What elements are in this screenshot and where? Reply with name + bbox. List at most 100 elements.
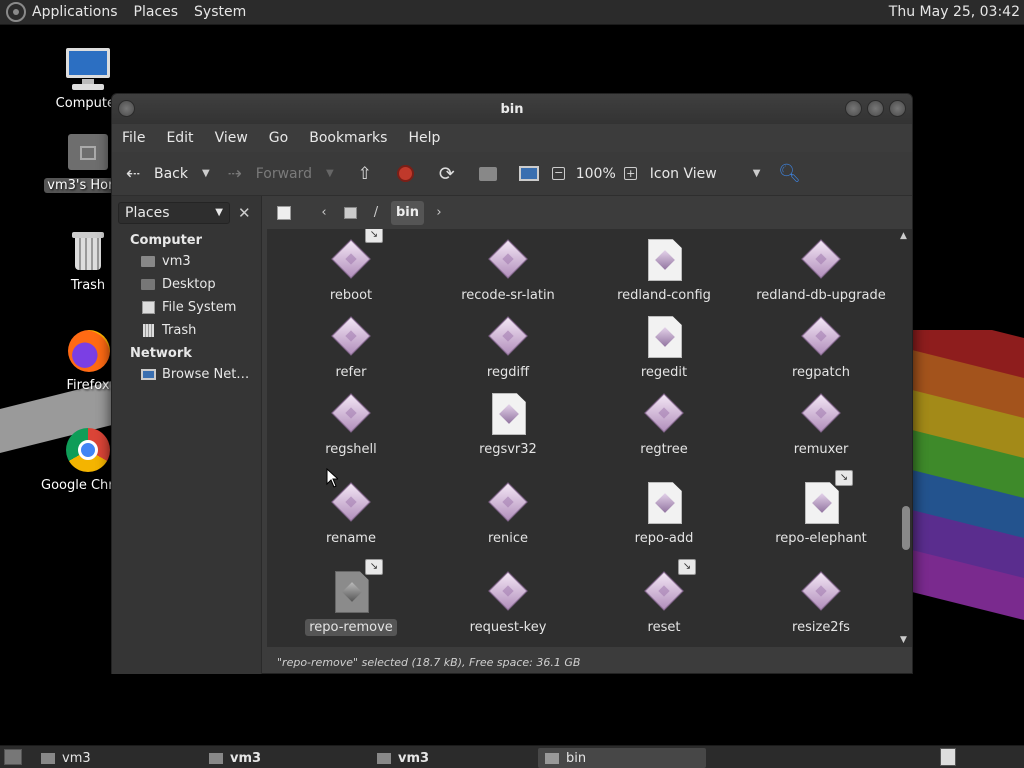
file-item[interactable]: refer: [273, 316, 429, 381]
menu-places[interactable]: Places: [134, 4, 179, 20]
back-button[interactable]: ⇠ Back: [122, 163, 188, 185]
menu-applications[interactable]: Applications: [32, 4, 118, 20]
file-item[interactable]: regshell: [273, 393, 429, 458]
forward-button[interactable]: ⇢ Forward: [224, 163, 312, 185]
view-mode-select[interactable]: Icon View: [650, 166, 717, 182]
edit-location-button[interactable]: [273, 201, 295, 225]
icon-view[interactable]: ↘ reboot recode-sr-latin redland-config redl…: [267, 229, 899, 647]
file-name: repo-elephant: [775, 531, 867, 546]
file-item[interactable]: ↘ repo-elephant: [743, 470, 899, 547]
menu-file[interactable]: File: [122, 130, 145, 146]
menu-system[interactable]: System: [194, 4, 246, 20]
forward-arrow-icon: ⇢: [227, 163, 242, 184]
sidebar-header: Places ▼ ✕: [112, 196, 261, 229]
stop-icon[interactable]: [395, 163, 417, 185]
sidebar-item-vm3[interactable]: vm3: [112, 250, 261, 273]
file-item[interactable]: resize2fs: [743, 571, 899, 636]
view-mode-dropdown[interactable]: ▼: [753, 168, 761, 179]
minimize-button[interactable]: [845, 100, 862, 117]
gnome-foot-icon[interactable]: [6, 2, 26, 22]
file-item[interactable]: regsvr32: [430, 393, 586, 458]
back-label: Back: [154, 165, 188, 182]
file-item[interactable]: regedit: [586, 316, 742, 381]
trash-icon: [140, 323, 156, 339]
file-name: rename: [326, 531, 376, 546]
clock[interactable]: Thu May 25, 03:42: [889, 4, 1020, 20]
close-icon[interactable]: ✕: [238, 204, 251, 222]
home-icon[interactable]: [477, 163, 499, 185]
menu-view[interactable]: View: [215, 130, 248, 146]
taskbar-item[interactable]: vm3: [34, 748, 194, 768]
window-menu-button[interactable]: [118, 100, 135, 117]
sidebar-item-trash[interactable]: Trash: [112, 319, 261, 342]
reload-icon[interactable]: ⟳: [436, 163, 458, 185]
taskbar-item-label: bin: [566, 750, 587, 766]
pathbar-crumb-bin[interactable]: bin: [391, 200, 425, 225]
file-item[interactable]: regtree: [586, 393, 742, 458]
file-name: regshell: [325, 442, 377, 457]
file-item[interactable]: renice: [430, 482, 586, 547]
workspace-switcher[interactable]: [940, 748, 956, 766]
zoom-in-icon[interactable]: +: [620, 163, 642, 185]
executable-icon: [801, 239, 841, 283]
close-button[interactable]: [889, 100, 906, 117]
back-history-dropdown[interactable]: ▼: [202, 168, 210, 179]
executable-icon: [801, 316, 841, 360]
sidebar-item-label: Trash: [162, 323, 197, 338]
window-titlebar[interactable]: bin: [112, 94, 912, 124]
scrollbar-thumb[interactable]: [902, 506, 910, 550]
executable-icon: ↘: [331, 229, 383, 283]
sidebar-item-browse-network[interactable]: Browse Net…: [112, 363, 261, 386]
file-item[interactable]: remuxer: [743, 393, 899, 458]
symlink-arrow-icon: ↘: [365, 559, 383, 575]
scroll-down-arrow[interactable]: ▼: [900, 635, 907, 645]
file-item[interactable]: redland-db-upgrade: [743, 239, 899, 304]
home-folder-icon: [140, 254, 156, 270]
file-item[interactable]: redland-config: [586, 239, 742, 304]
sidebar-item-label: File System: [162, 300, 237, 315]
sidebar-selector[interactable]: Places ▼: [118, 201, 230, 224]
file-item[interactable]: ↘ reboot: [273, 229, 429, 304]
menu-go[interactable]: Go: [269, 130, 288, 146]
computer-icon[interactable]: [518, 163, 540, 185]
symlink-arrow-icon: ↘: [835, 470, 853, 486]
taskbar-item-label: vm3: [62, 750, 91, 766]
taskbar-item[interactable]: vm3: [202, 748, 362, 768]
taskbar-item-active[interactable]: bin: [538, 748, 706, 768]
sidebar-item-file-system[interactable]: File System: [112, 296, 261, 319]
pathbar-root-button[interactable]: [339, 201, 361, 225]
file-item[interactable]: recode-sr-latin: [430, 239, 586, 304]
pathbar-left-arrow[interactable]: ‹: [313, 201, 335, 225]
scroll-up-arrow[interactable]: ▲: [900, 231, 907, 241]
sidebar-item-desktop[interactable]: Desktop: [112, 273, 261, 296]
executable-icon: [488, 239, 528, 283]
file-item[interactable]: ↘ repo-remove: [273, 559, 429, 636]
menu-edit[interactable]: Edit: [166, 130, 193, 146]
pathbar-right-arrow[interactable]: ›: [428, 201, 450, 225]
show-desktop-icon[interactable]: [4, 749, 22, 765]
folder-icon: [376, 750, 392, 766]
menu-bookmarks[interactable]: Bookmarks: [309, 130, 387, 146]
file-item[interactable]: regdiff: [430, 316, 586, 381]
zoom-out-icon[interactable]: −: [548, 163, 570, 185]
file-name: resize2fs: [792, 620, 850, 635]
pathbar-separator: /: [373, 205, 379, 220]
window-content: Places ▼ ✕ Computer vm3 Desktop File Sys…: [112, 196, 912, 674]
vertical-scrollbar[interactable]: ▲ ▼: [899, 229, 912, 647]
file-name: recode-sr-latin: [461, 288, 555, 303]
file-item[interactable]: regpatch: [743, 316, 899, 381]
file-item[interactable]: request-key: [430, 571, 586, 636]
search-icon[interactable]: 🔍︎: [778, 163, 801, 185]
file-item[interactable]: repo-add: [586, 482, 742, 547]
up-arrow-icon[interactable]: ⇧: [354, 163, 376, 185]
maximize-button[interactable]: [867, 100, 884, 117]
file-name: regpatch: [791, 365, 850, 380]
zoom-level[interactable]: 100%: [576, 166, 616, 182]
wallpaper-rainbow: [912, 330, 1024, 620]
menu-help[interactable]: Help: [408, 130, 440, 146]
file-item[interactable]: rename: [273, 482, 429, 547]
file-item[interactable]: ↘ reset: [586, 559, 742, 636]
forward-history-dropdown[interactable]: ▼: [326, 168, 334, 179]
script-file-icon: [644, 239, 684, 283]
taskbar-item[interactable]: vm3: [370, 748, 530, 768]
